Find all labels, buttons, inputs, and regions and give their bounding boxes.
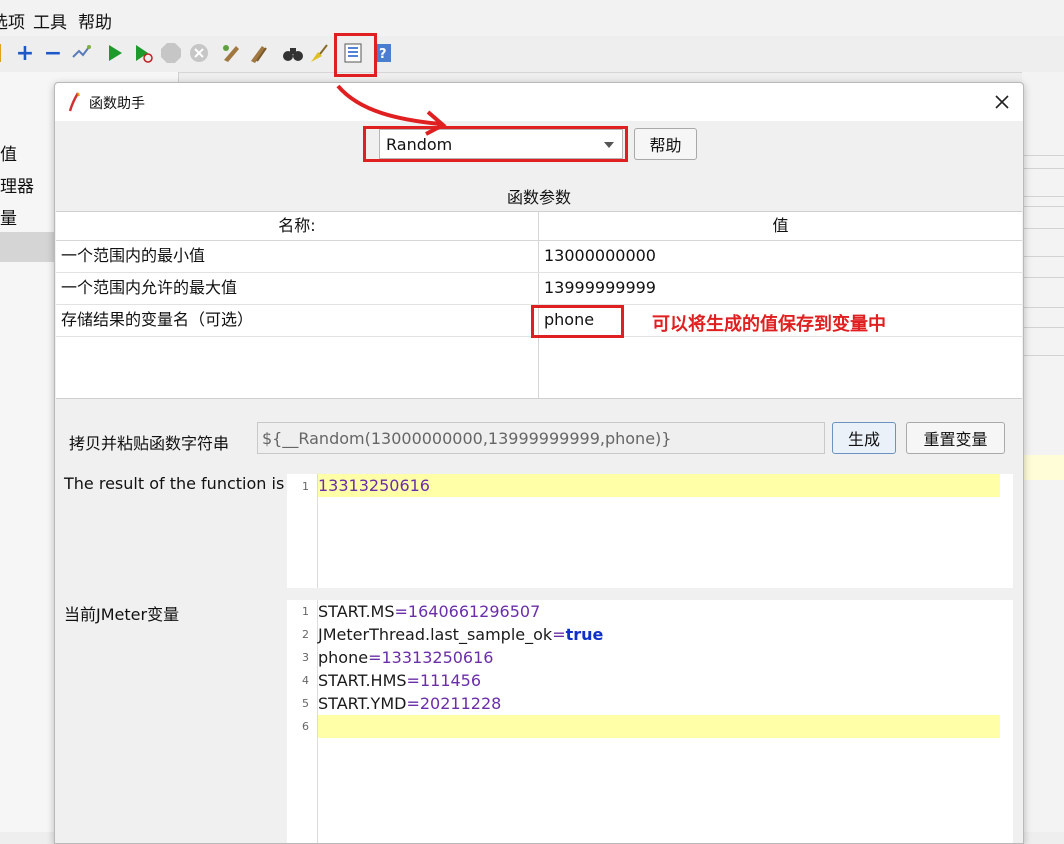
annotation-arrow bbox=[336, 84, 447, 136]
